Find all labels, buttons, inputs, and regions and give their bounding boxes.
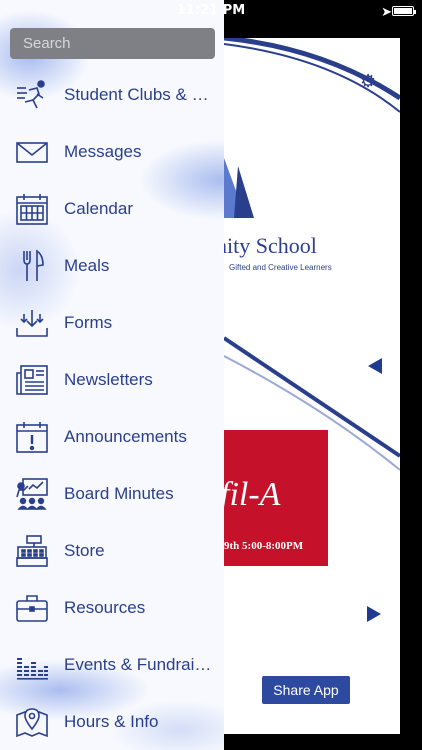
- menu-label: Hours & Info: [64, 711, 159, 731]
- menu-item-calendar[interactable]: Calendar: [0, 180, 224, 237]
- calendar-alert-icon: [15, 420, 49, 454]
- menu-label: Board Minutes: [64, 483, 174, 503]
- menu-item-messages[interactable]: Messages: [0, 123, 224, 180]
- menu-item-student-clubs[interactable]: Student Clubs & Organizations: [0, 66, 224, 123]
- school-name: nunity School: [224, 233, 317, 258]
- menu-label: Forms: [64, 312, 113, 332]
- share-app-button[interactable]: Share App: [262, 676, 350, 704]
- menu-label: Announcements: [64, 426, 187, 446]
- carousel-next-icon[interactable]: [364, 604, 384, 624]
- promo-banner[interactable]: fil-A 9th 5:00-8:00PM: [224, 430, 328, 566]
- fork-knife-icon: [15, 249, 49, 283]
- search-input[interactable]: [17, 28, 222, 59]
- carousel-prev-icon[interactable]: [364, 356, 384, 376]
- menu-item-meals[interactable]: Meals: [0, 237, 224, 294]
- drawer-menu: Student Clubs & Organizations Messages C…: [0, 66, 224, 750]
- promo-hours: 9th 5:00-8:00PM: [224, 540, 304, 552]
- menu-item-store[interactable]: Store: [0, 522, 224, 579]
- side-drawer: Student Clubs & Organizations Messages C…: [0, 0, 224, 750]
- menu-label: Calendar: [64, 198, 133, 218]
- presentation-icon: [15, 477, 49, 511]
- search-bar[interactable]: [10, 28, 222, 59]
- bar-graph-icon: [15, 648, 49, 682]
- status-time: 11:21 PM: [176, 3, 246, 18]
- newspaper-icon: [15, 363, 49, 397]
- menu-item-announcements[interactable]: Announcements: [0, 408, 224, 465]
- briefcase-icon: [15, 591, 49, 625]
- status-bar: 11:21 PM ➤: [0, 0, 422, 22]
- menu-label: Events & Fundraisers: [64, 654, 212, 674]
- menu-item-events[interactable]: Events & Fundraisers: [0, 636, 224, 693]
- battery-icon: [392, 6, 416, 16]
- calendar-icon: [15, 192, 49, 226]
- envelope-icon: [15, 135, 49, 169]
- menu-item-resources[interactable]: Resources: [0, 579, 224, 636]
- location-arrow-icon: ➤: [381, 5, 392, 20]
- school-tagline: Gifted and Creative Learners: [229, 263, 332, 272]
- download-tray-icon: [15, 306, 49, 340]
- decorative-swoosh: [224, 38, 400, 471]
- menu-item-forms[interactable]: Forms: [0, 294, 224, 351]
- menu-label: Newsletters: [64, 369, 153, 389]
- menu-label: Student Clubs & Organizations: [64, 84, 212, 104]
- runner-icon: [15, 78, 49, 112]
- menu-item-board-minutes[interactable]: Board Minutes: [0, 465, 224, 522]
- gear-icon[interactable]: ⚙: [360, 71, 376, 92]
- menu-item-newsletters[interactable]: Newsletters: [0, 351, 224, 408]
- promo-logo: fil-A: [224, 476, 281, 513]
- background-app: ⚙ nunity School Gifted and Creative Lear…: [224, 22, 422, 750]
- menu-label: Messages: [64, 141, 142, 161]
- menu-label: Store: [64, 540, 105, 560]
- menu-label: Resources: [64, 597, 146, 617]
- map-pin-icon: [15, 705, 49, 739]
- menu-item-hours-info[interactable]: Hours & Info: [0, 693, 224, 750]
- cash-register-icon: [15, 534, 49, 568]
- menu-label: Meals: [64, 255, 110, 275]
- app-home-page: ⚙ nunity School Gifted and Creative Lear…: [224, 38, 400, 734]
